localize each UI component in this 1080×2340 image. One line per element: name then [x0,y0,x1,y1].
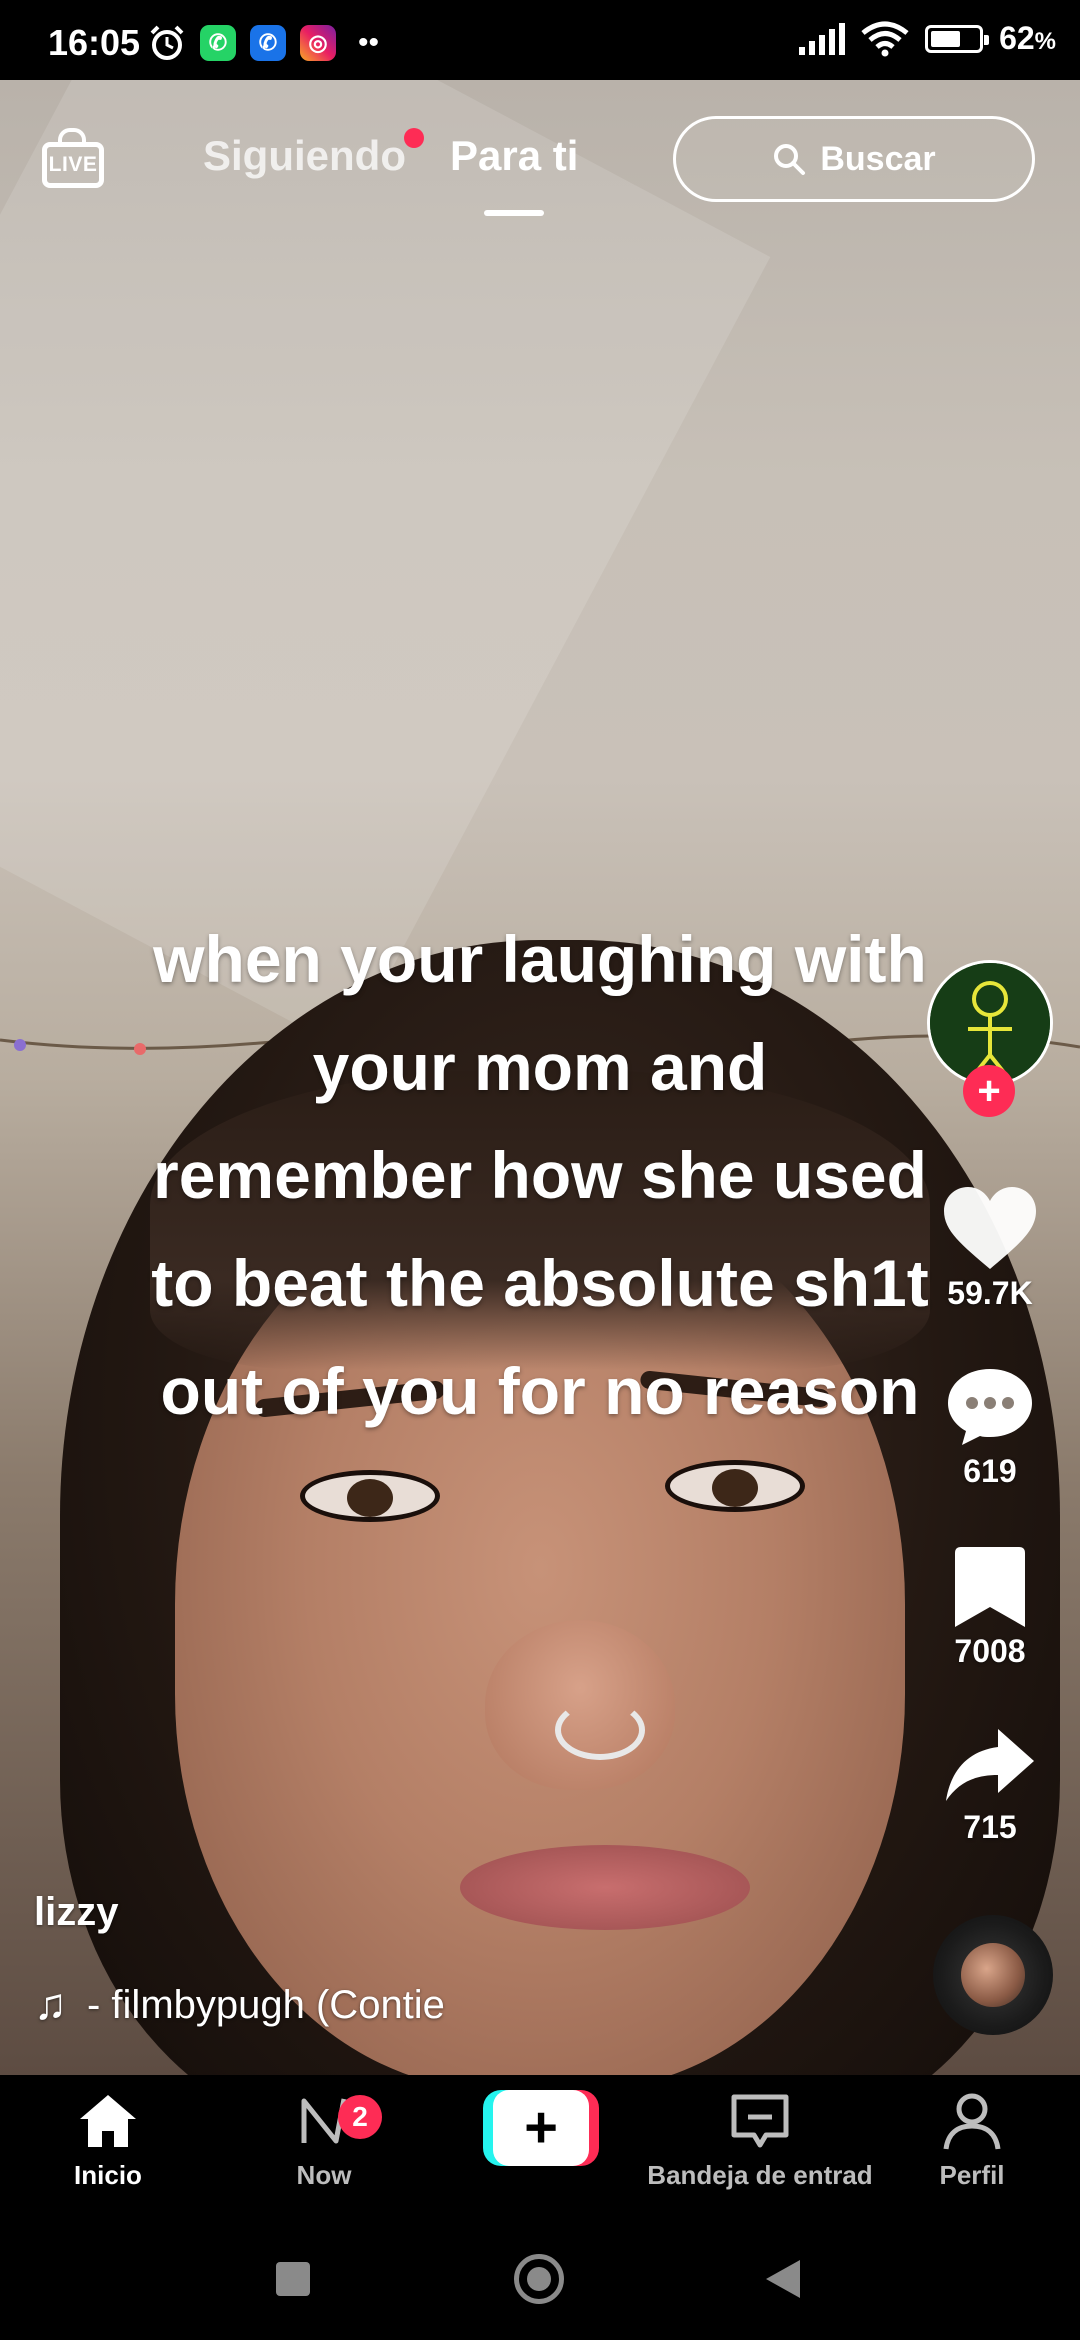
music-disc-artwork [961,1943,1025,2007]
tab-home[interactable]: Inicio [8,2091,208,2191]
tab-inbox[interactable]: Bandeja de entrad [640,2091,880,2191]
status-bar: 16:05 ✆ ✆ ◎ •• 62% [0,0,1080,80]
live-tv-icon: LIVE [42,142,104,188]
battery-text: 62% [999,20,1056,57]
save-button[interactable]: 7008 [920,1545,1060,1670]
tab-now-label: Now [296,2160,352,2190]
music-disc-button[interactable] [933,1915,1053,2035]
search-button[interactable]: Buscar [673,116,1035,202]
battery-fill [931,30,960,47]
status-app-icons: ✆ ✆ ◎ •• [148,24,379,62]
sound-title: - filmbypugh (Contie [87,1982,445,2027]
tab-following[interactable]: Siguiendo [203,132,406,180]
music-note-icon: ♫ [34,1980,67,2029]
home-icon [80,2095,136,2147]
heart-icon [944,1187,1036,1269]
video-caption: when your laughing with your mom and rem… [40,905,1040,1445]
wifi-icon [861,21,909,56]
signal-icon [799,22,846,55]
battery-percent: 62 [999,20,1035,56]
comment-button[interactable]: 619 [920,1365,1060,1490]
follow-button[interactable]: + [963,1065,1015,1117]
caption-line: your mom and [312,1030,768,1104]
like-button[interactable]: 59.7K [920,1185,1060,1312]
instagram-icon: ◎ [300,25,336,61]
now-badge: 2 [338,2095,382,2139]
video-person-eye [300,1470,440,1522]
video-person-nose-ring [555,1700,645,1760]
like-count: 59.7K [947,1275,1033,1311]
recents-button[interactable] [276,2262,310,2296]
comment-icon [948,1369,1032,1445]
comment-count: 619 [963,1453,1017,1489]
share-icon [946,1729,1034,1801]
sound-link[interactable]: ♫ - filmbypugh (Contie [34,1980,534,2030]
caption-line: to beat the absolute sh1t [151,1246,929,1320]
alarm-icon [150,25,184,60]
more-dots-icon: •• [358,26,380,59]
video-person-eye [665,1460,805,1512]
search-label: Buscar [820,139,936,178]
plus-icon: + [493,2090,589,2166]
tab-profile-label: Perfil [939,2160,1005,2190]
live-label: LIVE [48,153,98,176]
inbox-icon [731,2094,789,2148]
caption-line: when your laughing with [153,922,927,996]
tab-now[interactable]: 2 Now [224,2091,424,2191]
system-navigation-bar [0,2220,1080,2340]
save-count: 7008 [954,1633,1026,1669]
new-content-dot [404,128,424,148]
tab-home-label: Inicio [74,2160,142,2190]
battery-unit: % [1034,28,1056,55]
search-icon [774,144,806,175]
video-person-lips [460,1845,750,1930]
tab-inbox-label: Bandeja de entrad [647,2160,873,2190]
tab-profile[interactable]: Perfil [872,2091,1072,2191]
caption-line: out of you for no reason [160,1354,920,1428]
status-time: 16:05 [48,22,141,63]
create-button[interactable]: + [483,2090,599,2166]
active-tab-indicator [484,210,544,216]
bookmark-icon [955,1547,1025,1627]
battery-icon [925,24,990,53]
share-count: 715 [963,1809,1017,1845]
video-player[interactable]: when your laughing with your mom and rem… [0,80,1080,2075]
whatsapp-icon: ✆ [200,25,236,61]
home-system-button[interactable] [514,2254,564,2304]
phone-icon: ✆ [250,25,286,61]
live-button[interactable]: LIVE [40,128,110,194]
status-right: 62% [797,20,1056,57]
top-navigation: LIVE Siguiendo Para ti Buscar [0,80,1080,240]
tab-for-you[interactable]: Para ti [450,132,578,180]
back-button[interactable] [766,2260,800,2298]
author-name[interactable]: lizzy [34,1890,118,1935]
caption-line: remember how she used [153,1138,927,1212]
profile-icon [943,2093,1001,2150]
share-button[interactable]: 715 [920,1725,1060,1846]
